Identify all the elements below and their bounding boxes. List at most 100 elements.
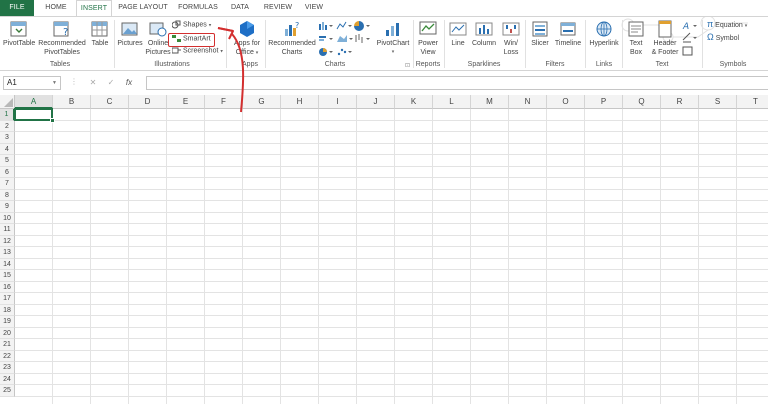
- column-header-d[interactable]: D: [129, 95, 167, 109]
- insert-function-icon[interactable]: fx: [120, 76, 138, 90]
- row-header-23[interactable]: 23: [0, 362, 15, 374]
- row-header-21[interactable]: 21: [0, 339, 15, 351]
- row-header-11[interactable]: 11: [0, 224, 15, 236]
- column-header-l[interactable]: L: [433, 95, 471, 109]
- table-button[interactable]: Table: [89, 20, 111, 48]
- signature-line-icon: [682, 32, 697, 43]
- row-header-10[interactable]: 10: [0, 212, 15, 224]
- svg-text:A: A: [682, 22, 689, 32]
- sparkline-column-button[interactable]: Column: [470, 20, 498, 48]
- equation-button[interactable]: π Equation ▾: [707, 20, 747, 31]
- power-view-label-2: View: [420, 49, 436, 56]
- timeline-button[interactable]: Timeline: [553, 20, 583, 48]
- recommended-pivottables-button[interactable]: ? Recommended PivotTables: [38, 20, 86, 57]
- row-header-17[interactable]: 17: [0, 293, 15, 305]
- row-header-8[interactable]: 8: [0, 189, 15, 201]
- row-header-5[interactable]: 5: [0, 155, 15, 167]
- row-gridline: [15, 269, 768, 270]
- slicer-button[interactable]: Slicer: [528, 20, 552, 48]
- select-all-corner[interactable]: [0, 95, 15, 109]
- enter-entry-icon[interactable]: ✓: [102, 76, 120, 90]
- row-header-15[interactable]: 15: [0, 270, 15, 282]
- row-header-1[interactable]: 1: [0, 109, 15, 121]
- text-box-button[interactable]: Text Box: [625, 20, 647, 57]
- tab-data[interactable]: DATA: [226, 0, 254, 16]
- pivottable-button[interactable]: PivotTable: [3, 20, 35, 48]
- symbol-button[interactable]: Ω Symbol: [707, 33, 739, 43]
- row-header-3[interactable]: 3: [0, 132, 15, 144]
- column-header-o[interactable]: O: [547, 95, 585, 109]
- row-header-25[interactable]: 25: [0, 385, 15, 397]
- charts-dialog-launcher-icon[interactable]: ⊡: [405, 62, 410, 71]
- column-header-m[interactable]: M: [471, 95, 509, 109]
- column-header-p[interactable]: P: [585, 95, 623, 109]
- text-extras-gallery[interactable]: A: [682, 20, 700, 58]
- recommended-charts-icon: ?: [285, 21, 299, 36]
- row-header-7[interactable]: 7: [0, 178, 15, 190]
- hyperlink-button[interactable]: Hyperlink: [587, 20, 621, 48]
- name-box-dropdown-icon[interactable]: ▼: [52, 77, 57, 89]
- cancel-entry-icon[interactable]: ✕: [84, 76, 102, 90]
- power-view-button[interactable]: Power View: [415, 20, 441, 57]
- column-header-a[interactable]: A: [15, 95, 53, 109]
- formula-input[interactable]: [146, 76, 768, 90]
- row-gridline: [15, 188, 768, 190]
- sparkline-line-button[interactable]: Line: [448, 20, 468, 48]
- pictures-button[interactable]: Pictures: [116, 20, 144, 48]
- column-header-r[interactable]: R: [661, 95, 699, 109]
- row-header-18[interactable]: 18: [0, 304, 15, 316]
- column-header-e[interactable]: E: [167, 95, 205, 109]
- column-header-b[interactable]: B: [53, 95, 91, 109]
- column-header-i[interactable]: I: [319, 95, 357, 109]
- tab-view[interactable]: VIEW: [300, 0, 328, 16]
- row-header-2[interactable]: 2: [0, 120, 15, 132]
- column-header-t[interactable]: T: [737, 95, 768, 109]
- column-header-f[interactable]: F: [205, 95, 243, 109]
- active-cell[interactable]: [14, 108, 53, 121]
- apps-for-office-button[interactable]: Apps for Office ▾: [230, 20, 264, 58]
- row-header-14[interactable]: 14: [0, 258, 15, 270]
- row-header-16[interactable]: 16: [0, 281, 15, 293]
- row-header-12[interactable]: 12: [0, 235, 15, 247]
- header-footer-button[interactable]: Header & Footer: [649, 20, 681, 57]
- power-view-icon: [419, 21, 437, 35]
- symbol-label: Symbol: [715, 35, 740, 42]
- row-header-19[interactable]: 19: [0, 316, 15, 328]
- column-header-g[interactable]: G: [243, 95, 281, 109]
- tab-insert[interactable]: INSERT: [76, 0, 112, 17]
- row-gridline: [15, 165, 768, 167]
- column-header-q[interactable]: Q: [623, 95, 661, 109]
- sparkline-winloss-button[interactable]: Win/ Loss: [500, 20, 522, 57]
- row-header-22[interactable]: 22: [0, 350, 15, 362]
- row-header-20[interactable]: 20: [0, 327, 15, 339]
- recommended-charts-button[interactable]: ? Recommended Charts: [266, 20, 318, 57]
- insert-ribbon: PivotTable ? Recommended PivotTables Tab…: [0, 16, 768, 71]
- row-gridline: [15, 119, 768, 121]
- apps-label-2-wrap: Office ▾: [230, 48, 264, 58]
- row-gridline: [15, 211, 768, 213]
- row-header-6[interactable]: 6: [0, 166, 15, 178]
- shapes-button[interactable]: Shapes ▾: [171, 20, 211, 30]
- row-header-24[interactable]: 24: [0, 373, 15, 385]
- name-box[interactable]: A1 ▼: [3, 76, 61, 90]
- tab-file[interactable]: FILE: [0, 0, 34, 16]
- timeline-label: Timeline: [554, 40, 582, 47]
- row-gridline: [15, 234, 768, 236]
- tab-home[interactable]: HOME: [38, 0, 74, 16]
- column-header-j[interactable]: J: [357, 95, 395, 109]
- tab-formulas[interactable]: FORMULAS: [174, 0, 222, 16]
- chart-type-gallery[interactable]: [318, 20, 374, 60]
- pivotchart-button[interactable]: PivotChart ▾: [374, 20, 412, 57]
- fill-handle[interactable]: [50, 117, 55, 123]
- row-header-13[interactable]: 13: [0, 247, 15, 259]
- tab-review[interactable]: REVIEW: [260, 0, 296, 16]
- row-header-4[interactable]: 4: [0, 143, 15, 155]
- screenshot-button[interactable]: Screenshot ▾: [171, 46, 223, 56]
- column-header-h[interactable]: H: [281, 95, 319, 109]
- column-header-n[interactable]: N: [509, 95, 547, 109]
- tab-page-layout[interactable]: PAGE LAYOUT: [116, 0, 170, 16]
- column-header-s[interactable]: S: [699, 95, 737, 109]
- row-header-9[interactable]: 9: [0, 201, 15, 213]
- column-header-k[interactable]: K: [395, 95, 433, 109]
- column-header-c[interactable]: C: [91, 95, 129, 109]
